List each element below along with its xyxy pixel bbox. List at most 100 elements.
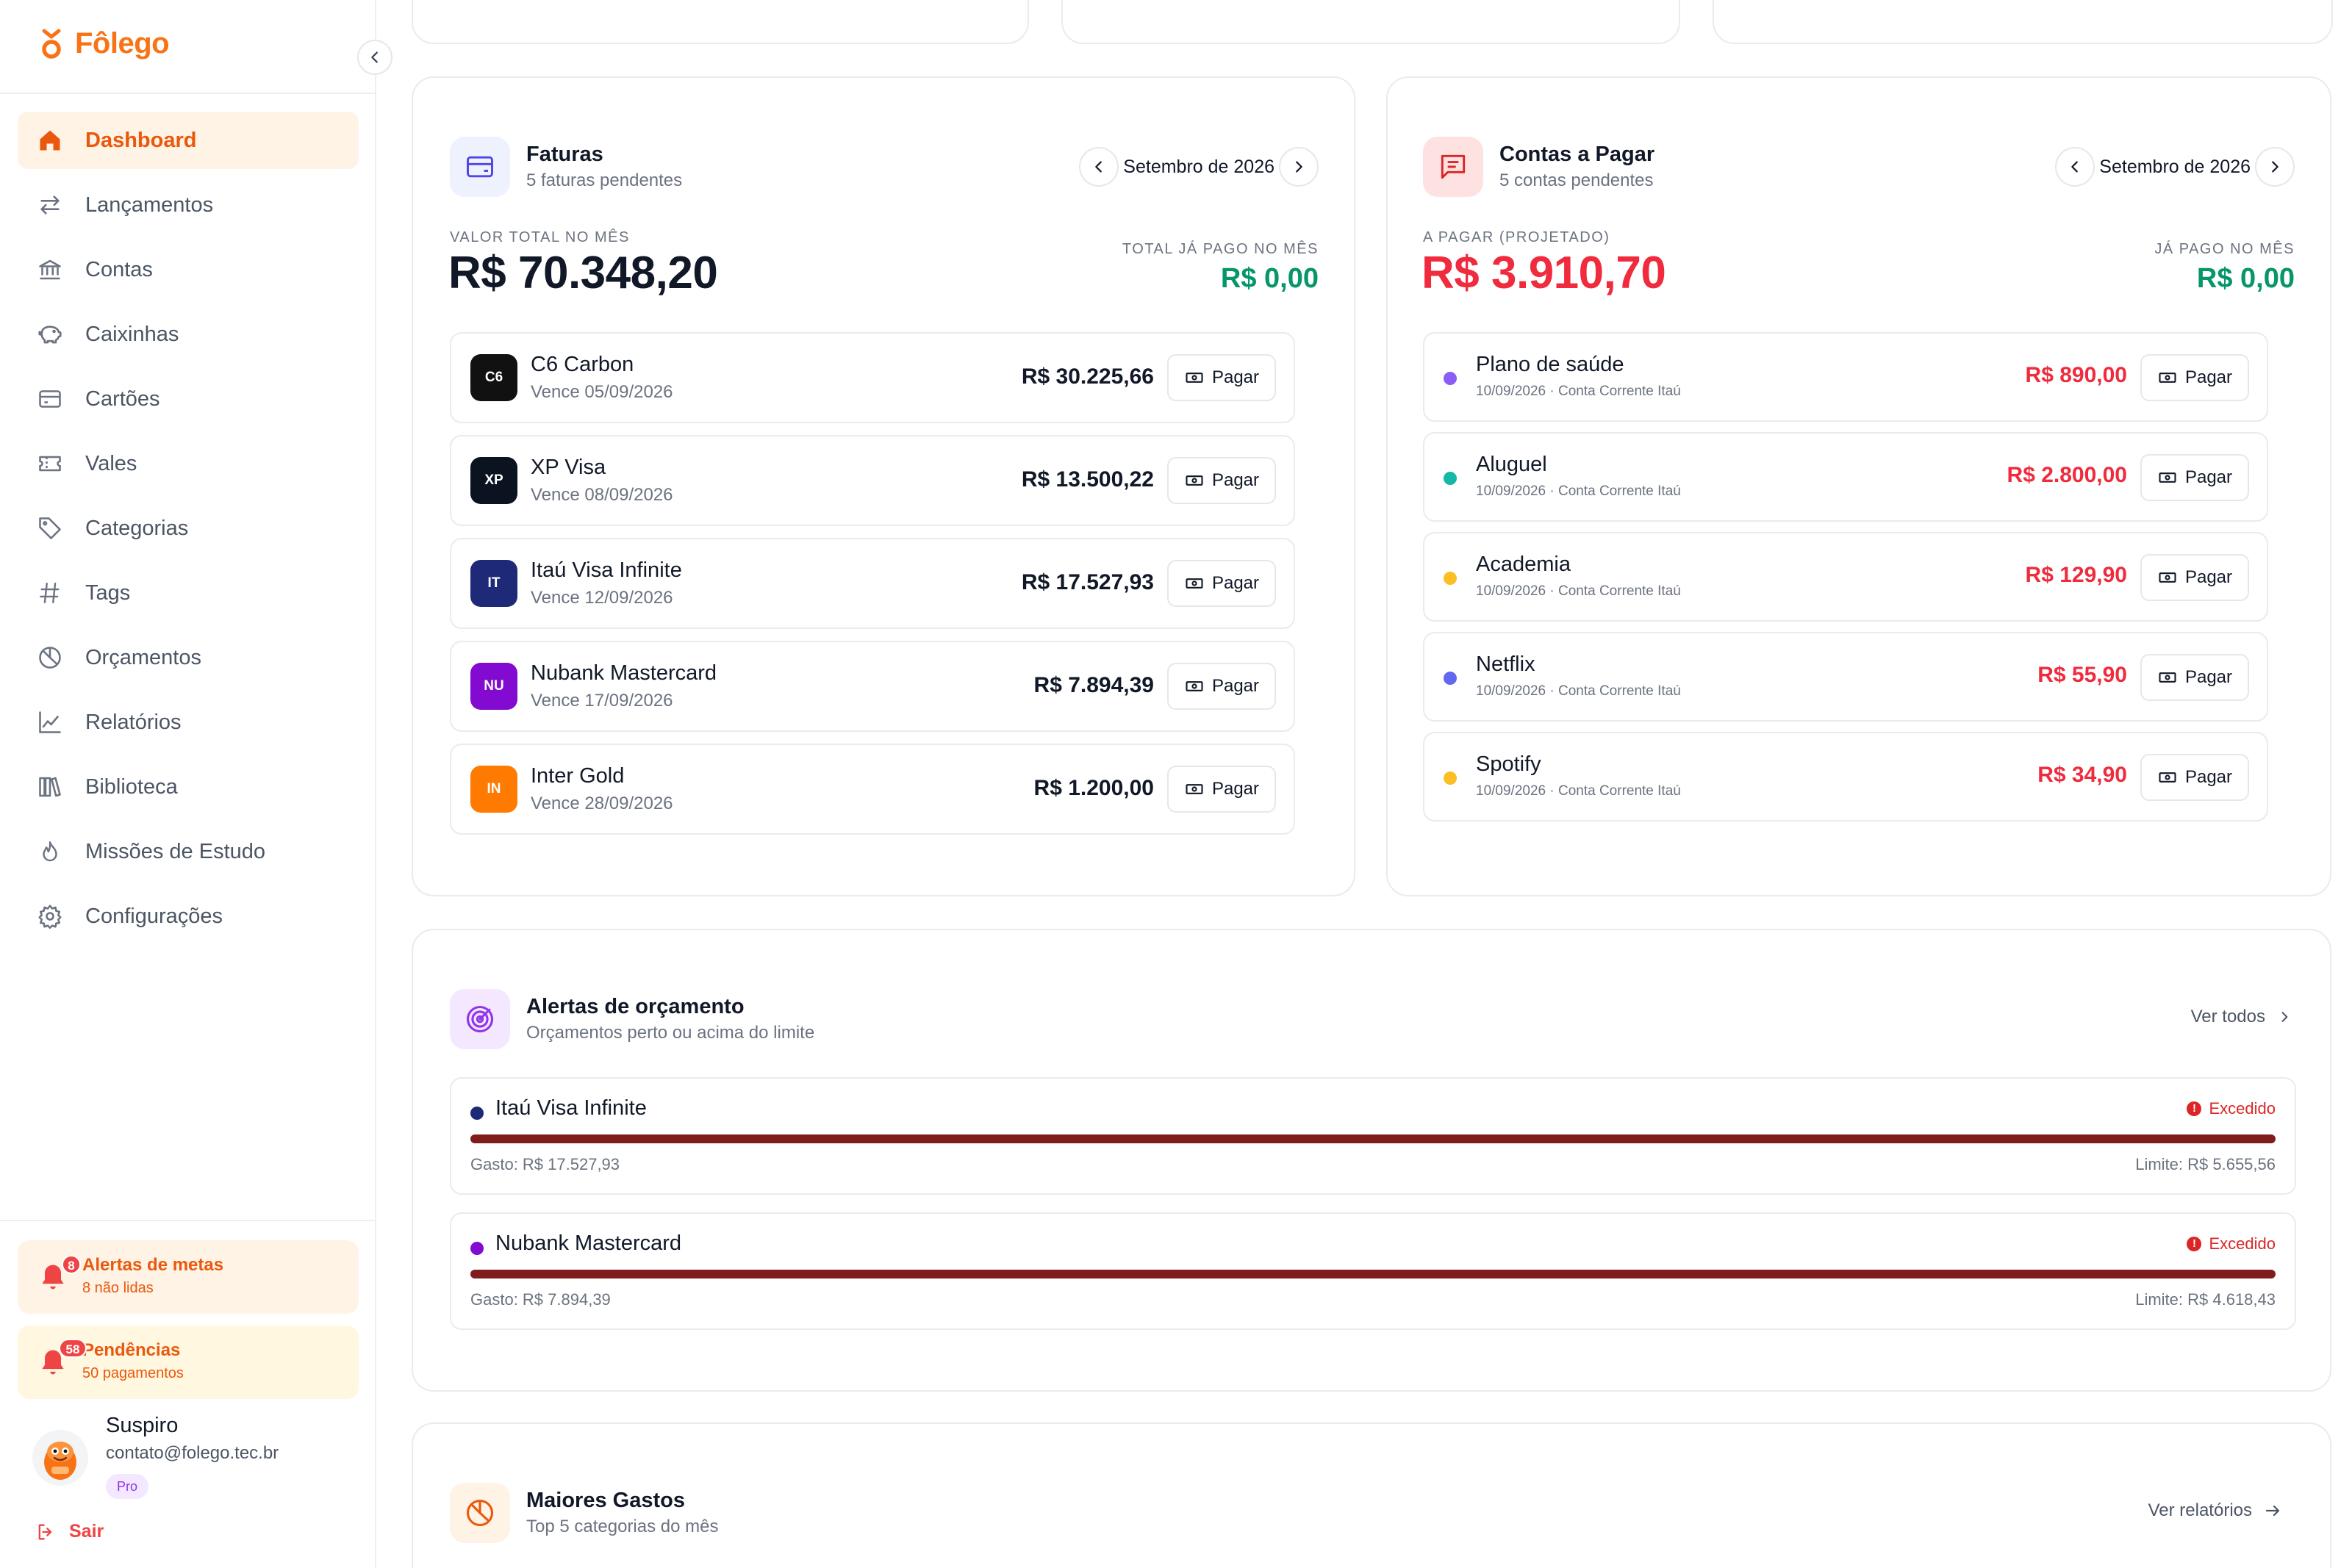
user-name: Suspiro: [106, 1414, 179, 1437]
see-reports-label: Ver relatórios: [2148, 1500, 2252, 1520]
sidebar-item-caixinhas[interactable]: Caixinhas: [18, 306, 359, 363]
sidebar-item-relatorios[interactable]: Relatórios: [18, 694, 359, 751]
sidebar-item-label: Dashboard: [85, 128, 197, 152]
cash-icon: [2159, 772, 2176, 783]
sidebar-item-lancamentos[interactable]: Lançamentos: [18, 176, 359, 234]
sidebar-item-label: Configurações: [85, 904, 223, 928]
bill-meta: 10/09/2026 · Conta Corrente Itaú: [1476, 483, 1681, 499]
invoice-due: Vence 08/09/2026: [531, 485, 673, 505]
invoice-card-icon: [450, 137, 510, 197]
cash-icon: [2159, 572, 2176, 583]
bill-amount: R$ 129,90: [2025, 563, 2127, 587]
pay-button[interactable]: Pagar: [2140, 554, 2249, 601]
bank-badge: NU: [470, 663, 517, 710]
next-month-button[interactable]: [1279, 147, 1319, 187]
bill-meta: 10/09/2026 · Conta Corrente Itaú: [1476, 583, 1681, 599]
app-logo[interactable]: Fôlego: [38, 26, 170, 60]
invoice-row[interactable]: IN Inter Gold Vence 28/09/2026 R$ 1.200,…: [450, 744, 1295, 835]
bill-amount: R$ 34,90: [2037, 763, 2127, 787]
pay-label: Pagar: [2184, 767, 2233, 787]
sidebar-item-tags[interactable]: Tags: [18, 564, 359, 622]
bill-row[interactable]: Netflix 10/09/2026 · Conta Corrente Itaú…: [1423, 632, 2268, 722]
goal-alerts-title: Alertas de metas: [82, 1255, 224, 1275]
bank-badge: IT: [470, 560, 517, 607]
pay-button[interactable]: Pagar: [1167, 457, 1276, 504]
bill-amount: R$ 2.800,00: [2007, 463, 2127, 487]
budget-spent: Gasto: R$ 7.894,39: [470, 1290, 611, 1309]
sidebar-item-vales[interactable]: Vales: [18, 435, 359, 492]
pending-card[interactable]: 58 Pendências 50 pagamentos: [18, 1326, 359, 1399]
sidebar-item-configuracoes[interactable]: Configurações: [18, 888, 359, 945]
line-chart-icon: [35, 708, 65, 737]
logout-label: Sair: [69, 1521, 104, 1542]
sidebar-item-dashboard[interactable]: Dashboard: [18, 112, 359, 169]
logout-button[interactable]: Sair: [35, 1521, 104, 1542]
sidebar-item-orcamentos[interactable]: Orçamentos: [18, 629, 359, 686]
cash-icon: [1186, 475, 1203, 486]
sidebar-item-cartoes[interactable]: Cartões: [18, 370, 359, 428]
cash-icon: [1186, 373, 1203, 383]
top-spending-card: Maiores Gastos Top 5 categorias do mês V…: [412, 1423, 2331, 1568]
budget-alert-row[interactable]: Nubank Mastercard ! Excedido Gasto: R$ 7…: [450, 1212, 2296, 1330]
alert-circle-icon: !: [2187, 1237, 2202, 1251]
category-dot: [470, 1107, 484, 1120]
sidebar-item-biblioteca[interactable]: Biblioteca: [18, 758, 359, 816]
cash-icon: [2159, 472, 2176, 483]
user-profile[interactable]: Suspiro contato@folego.tec.br Pro: [32, 1411, 356, 1506]
prev-month-button[interactable]: [1079, 147, 1119, 187]
pay-label: Pagar: [1211, 676, 1260, 696]
pay-button[interactable]: Pagar: [2140, 654, 2249, 701]
bill-row[interactable]: Spotify 10/09/2026 · Conta Corrente Itaú…: [1423, 732, 2268, 821]
logo-mark-icon: [42, 29, 61, 59]
budget-spent: Gasto: R$ 17.527,93: [470, 1155, 620, 1173]
see-reports-link[interactable]: Ver relatórios: [2148, 1500, 2281, 1521]
sidebar-item-missoes[interactable]: Missões de Estudo: [18, 823, 359, 880]
sidebar-item-contas[interactable]: Contas: [18, 241, 359, 298]
budget-alert-row[interactable]: Itaú Visa Infinite ! Excedido Gasto: R$ …: [450, 1077, 2296, 1195]
bill-row[interactable]: Plano de saúde 10/09/2026 · Conta Corren…: [1423, 332, 2268, 422]
budget-alerts-card: Alertas de orçamento Orçamentos perto ou…: [412, 929, 2331, 1392]
invoice-row[interactable]: C6 C6 Carbon Vence 05/09/2026 R$ 30.225,…: [450, 332, 1295, 423]
pay-button[interactable]: Pagar: [1167, 766, 1276, 813]
target-icon: [466, 1005, 494, 1033]
collapse-sidebar-button[interactable]: [357, 40, 392, 75]
bill-meta: 10/09/2026 · Conta Corrente Itaú: [1476, 384, 1681, 399]
invoices-subtitle: 5 faturas pendentes: [526, 170, 683, 190]
category-dot: [1444, 672, 1457, 685]
pay-button[interactable]: Pagar: [1167, 663, 1276, 710]
chevron-right-icon: [2281, 1012, 2288, 1022]
status-label: Excedido: [2209, 1099, 2276, 1118]
bank-badge: IN: [470, 766, 517, 813]
hash-icon: [35, 578, 65, 608]
logout-icon: [38, 1524, 52, 1539]
pay-button[interactable]: Pagar: [1167, 560, 1276, 607]
bills-month-nav: Setembro de 2026: [2055, 147, 2295, 187]
pay-button[interactable]: Pagar: [1167, 354, 1276, 401]
pay-label: Pagar: [2184, 467, 2233, 487]
pay-button[interactable]: Pagar: [2140, 454, 2249, 501]
piggy-bank-icon: [35, 320, 65, 349]
goal-alerts-card[interactable]: 8 Alertas de metas 8 não lidas: [18, 1240, 359, 1314]
prev-month-button[interactable]: [2055, 147, 2095, 187]
user-email: contato@folego.tec.br: [106, 1443, 279, 1463]
bill-row[interactable]: Aluguel 10/09/2026 · Conta Corrente Itaú…: [1423, 432, 2268, 522]
sidebar-item-categorias[interactable]: Categorias: [18, 500, 359, 557]
pay-button[interactable]: Pagar: [2140, 354, 2249, 401]
see-all-link[interactable]: Ver todos: [2191, 1007, 2292, 1027]
invoice-row[interactable]: IT Itaú Visa Infinite Vence 12/09/2026 R…: [450, 538, 1295, 629]
invoice-row[interactable]: XP XP Visa Vence 08/09/2026 R$ 13.500,22…: [450, 435, 1295, 526]
ticket-icon: [35, 449, 65, 478]
sidebar-item-label: Tags: [85, 580, 131, 605]
credit-card-icon: [35, 384, 65, 414]
pay-button[interactable]: Pagar: [2140, 754, 2249, 801]
bill-row[interactable]: Academia 10/09/2026 · Conta Corrente Ita…: [1423, 532, 2268, 622]
invoice-row[interactable]: NU Nubank Mastercard Vence 17/09/2026 R$…: [450, 641, 1295, 732]
summary-card: [412, 0, 1029, 44]
invoice-due: Vence 12/09/2026: [531, 588, 673, 608]
exceeded-status: ! Excedido: [2187, 1099, 2276, 1118]
goal-alerts-badge: 8: [62, 1255, 81, 1274]
see-all-label: Ver todos: [2190, 1007, 2265, 1026]
next-month-button[interactable]: [2255, 147, 2295, 187]
sidebar-item-label: Contas: [85, 257, 153, 281]
bill-amount: R$ 890,00: [2025, 363, 2127, 387]
